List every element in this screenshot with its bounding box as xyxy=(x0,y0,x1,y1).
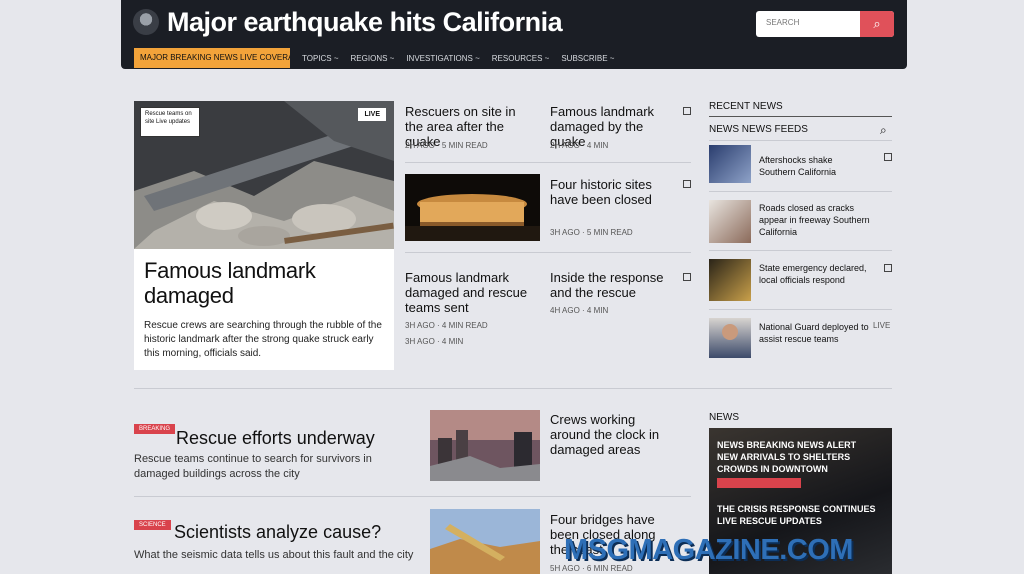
bookmark-icon[interactable] xyxy=(683,107,691,115)
live-badge: LIVE xyxy=(358,108,386,121)
news-line: THE CRISIS RESPONSE CONTINUES xyxy=(717,504,876,514)
hero-title[interactable]: Famous landmark damaged xyxy=(144,258,384,308)
city-image xyxy=(430,410,540,481)
news-thumbnail[interactable] xyxy=(709,200,751,243)
news-line: LIVE RESCUE UPDATES xyxy=(717,516,822,526)
sidebar-heading: RECENT NEWS xyxy=(709,101,783,112)
nav-item-topics[interactable]: TOPICS ~ xyxy=(302,54,339,63)
article-meta: 2H AGO · 4 MIN xyxy=(550,141,609,150)
person-icon xyxy=(722,324,738,340)
divider xyxy=(709,191,892,192)
bookmark-icon[interactable] xyxy=(884,153,892,161)
avatar-logo[interactable] xyxy=(133,9,159,35)
divider xyxy=(405,162,691,163)
main-nav: MAJOR BREAKING NEWS LIVE COVERAGE TOPICS… xyxy=(134,48,614,68)
news-line: NEW ARRIVALS TO SHELTERS xyxy=(717,452,851,462)
category-chip[interactable]: BREAKING xyxy=(134,424,176,434)
news-line: NEWS BREAKING NEWS ALERT xyxy=(717,440,857,450)
article-title[interactable]: Four historic sites have been closed xyxy=(550,177,675,207)
article-meta: 3H AGO · 4 MIN READ xyxy=(405,321,488,330)
hero-image[interactable]: Rescue teams on site Live updates LIVE xyxy=(134,101,394,249)
section-divider xyxy=(134,388,892,389)
sidebar-item[interactable]: Aftershocks shake Southern California xyxy=(759,154,869,178)
article-title[interactable]: Crews working around the clock in damage… xyxy=(550,412,675,457)
bookmark-icon[interactable] xyxy=(683,273,691,281)
news-line: CROWDS IN DOWNTOWN xyxy=(717,464,828,474)
article-meta: 3H AGO · 5 MIN READ xyxy=(550,228,633,237)
news-heading: NEWS xyxy=(709,412,739,423)
sidebar-item[interactable]: National Guard deployed to assist rescue… xyxy=(759,321,869,345)
article-title[interactable]: Scientists analyze cause? xyxy=(174,522,381,543)
sidebar-subheading: NEWS NEWS FEEDS xyxy=(709,124,808,135)
hero-article[interactable]: Rescue teams on site Live updates LIVE F… xyxy=(134,101,394,370)
bookmark-icon[interactable] xyxy=(683,180,691,188)
news-thumbnail[interactable] xyxy=(709,318,751,358)
divider xyxy=(134,496,691,497)
article-title[interactable]: Inside the response and the rescue xyxy=(550,270,675,300)
city-thumbnail[interactable] xyxy=(430,410,540,481)
search-box[interactable]: SEARCH ⌕ xyxy=(756,11,894,37)
site-header: Major earthquake hits California SEARCH … xyxy=(121,0,907,69)
nav-item-subscribe[interactable]: SUBSCRIBE ~ xyxy=(561,54,614,63)
nav-item-investigations[interactable]: INVESTIGATIONS ~ xyxy=(406,54,479,63)
article-meta: 4H AGO · 4 MIN xyxy=(550,306,609,315)
page-title: Major earthquake hits California xyxy=(167,7,563,37)
article-summary: What the seismic data tells us about thi… xyxy=(134,549,414,561)
article-summary: Rescue teams continue to search for surv… xyxy=(134,453,372,480)
sidebar-item[interactable]: Roads closed as cracks appear in freeway… xyxy=(759,202,874,238)
article-title[interactable]: Famous landmark damaged and rescue teams… xyxy=(405,270,535,315)
category-chip[interactable]: SCIENCE xyxy=(134,520,171,530)
article-title[interactable]: Rescue efforts underway xyxy=(176,428,375,449)
palace-thumbnail[interactable] xyxy=(405,174,540,241)
bridge-thumbnail[interactable] xyxy=(430,509,540,574)
article-meta: 2H AGO · 5 MIN READ xyxy=(405,141,488,150)
search-input[interactable]: SEARCH xyxy=(766,18,799,27)
news-thumbnail[interactable] xyxy=(709,259,751,301)
bridge-image xyxy=(430,509,540,574)
divider xyxy=(709,250,892,251)
divider xyxy=(709,140,892,141)
divider xyxy=(709,309,892,310)
divider xyxy=(405,252,691,253)
news-thumbnail[interactable] xyxy=(709,145,751,183)
bookmark-icon[interactable] xyxy=(884,264,892,272)
hero-tag: Rescue teams on site Live updates xyxy=(140,107,200,137)
palace-image xyxy=(405,174,540,241)
article-meta: 3H AGO · 4 MIN xyxy=(405,337,464,346)
watermark: MSGMAGAZINE.COM xyxy=(564,534,853,566)
search-button[interactable]: ⌕ xyxy=(860,11,894,37)
nav-item-resources[interactable]: RESOURCES ~ xyxy=(492,54,550,63)
search-icon[interactable]: ⌕ xyxy=(880,123,887,138)
nav-item-breaking[interactable]: MAJOR BREAKING NEWS LIVE COVERAGE xyxy=(134,48,290,68)
red-bar xyxy=(717,478,801,488)
sidebar-item[interactable]: State emergency declared, local official… xyxy=(759,262,874,286)
search-icon: ⌕ xyxy=(873,16,881,31)
divider xyxy=(709,116,892,117)
nav-item-regions[interactable]: REGIONS ~ xyxy=(351,54,395,63)
sidebar-tag: LIVE xyxy=(873,321,891,330)
hero-summary: Rescue crews are searching through the r… xyxy=(144,320,382,359)
